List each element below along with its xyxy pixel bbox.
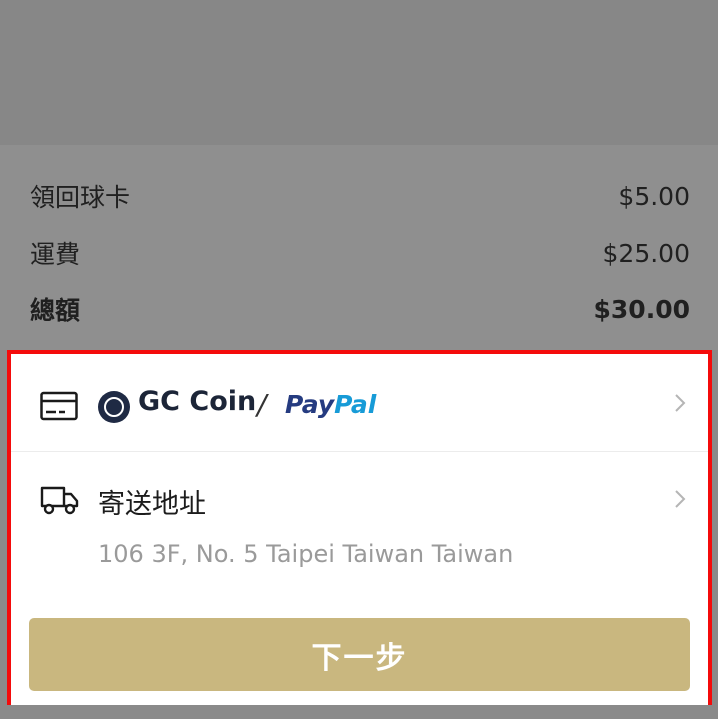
dimmed-overlay[interactable] [0,0,718,145]
paypal-logo-pay: Pay [285,390,335,419]
chevron-right-icon [672,392,688,414]
checkout-sheet: GC Coin / PayPal 寄送地址 106 3F, No. 5 Taip… [7,350,712,709]
credit-card-icon [40,391,78,425]
shipping-address-label: 寄送地址 [98,489,206,520]
truck-icon [40,484,80,520]
total-value: $30.00 [593,294,690,324]
card-return-label: 領回球卡 [30,183,131,212]
chevron-right-icon [672,488,688,510]
next-step-button[interactable]: 下一步 [29,618,690,691]
order-summary: 領回球卡 $5.00 運費 $25.00 總額 $30.00 [0,145,718,350]
checkout-page: 領回球卡 $5.00 運費 $25.00 總額 $30.00 GC Coin /… [0,0,718,719]
shipping-fee-label: 運費 [30,240,81,269]
paypal-logo: PayPal [285,390,376,419]
card-return-value: $5.00 [618,181,690,211]
summary-row-total: 總額 $30.00 [30,289,690,329]
gc-coin-logo-icon [98,391,130,423]
gc-coin-label: GC Coin [138,386,257,417]
payment-method-row[interactable]: GC Coin / PayPal [11,354,708,452]
paypal-logo-pal: Pal [334,390,377,419]
shipping-address-value: 106 3F, No. 5 Taipei Taiwan Taiwan [98,540,514,568]
payment-separator: / [257,388,267,421]
shipping-address-row[interactable]: 寄送地址 106 3F, No. 5 Taipei Taiwan Taiwan [11,452,708,602]
summary-row-card-return: 領回球卡 $5.00 [30,176,690,216]
summary-row-shipping: 運費 $25.00 [30,233,690,273]
bottom-overlay [0,705,718,719]
shipping-fee-value: $25.00 [602,238,690,268]
total-label: 總額 [30,296,81,325]
